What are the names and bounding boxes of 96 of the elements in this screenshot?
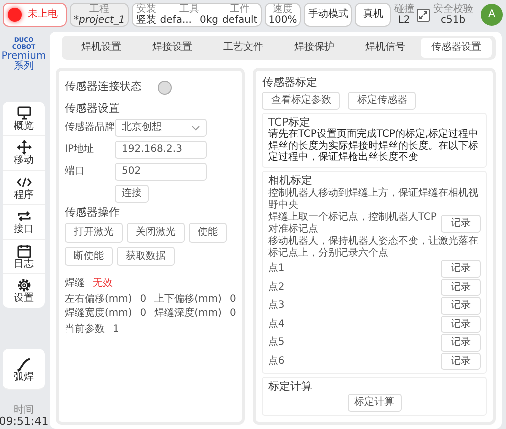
move-instructions: 移动机器人，保持机器人姿态不变，让激光落在标记点上，分别记录六个点 — [268, 236, 480, 260]
calibration-button[interactable]: 标定传感器 — [348, 92, 416, 110]
input-field[interactable]: 502 — [115, 163, 207, 182]
reading-value: 0 — [230, 308, 236, 320]
welding-torch-icon — [16, 357, 32, 372]
workpiece-value: default — [222, 14, 258, 26]
mark-instructions: 焊缝上取一个标记点，控制机器人TCP对准标记点 — [268, 212, 437, 236]
mount-value: 竖装 — [136, 14, 156, 26]
operation-button[interactable]: 断使能 — [65, 246, 113, 266]
connect-button[interactable]: 连接 — [115, 185, 149, 203]
tab[interactable]: 工艺文件 — [208, 38, 279, 58]
weld-button[interactable]: 弧焊 — [3, 349, 45, 390]
settings-icon — [16, 278, 32, 294]
record-button[interactable]: 记录 — [441, 278, 481, 296]
parameter-label: 当前参数 — [65, 324, 105, 336]
tcp-instructions: 请先在TCP设置页面完成TCP的标定,标定过程中焊丝的长度为实际焊接时焊丝的长度。在以下标定过程中，保证焊枪出丝长度不变 — [268, 129, 480, 164]
section-title: 传感器设置 — [65, 102, 121, 116]
nav-item[interactable]: 移动 — [3, 136, 45, 171]
card-title: TCP标定 — [268, 116, 312, 129]
workpiece-label: 工件 — [230, 4, 250, 14]
tab[interactable]: 焊机信号 — [350, 38, 421, 58]
reading-label: 焊缝宽度(mm) — [65, 308, 132, 320]
parameter-value: 1 — [113, 324, 120, 336]
collision-value: L2 — [398, 14, 410, 26]
expand-icon — [417, 8, 430, 22]
tool-settings-panel[interactable]: 安装 竖装 工具 defa... 0kg 工件 default — [132, 3, 262, 27]
point-label: 点3 — [268, 300, 285, 312]
tab[interactable]: 焊接设置 — [137, 38, 208, 58]
reading-label: 上下偏移(mm) — [154, 294, 222, 306]
speed-control[interactable]: 速度 100% — [264, 3, 302, 27]
record-button[interactable]: 记录 — [441, 297, 481, 315]
time-label: 时间 — [13, 406, 35, 416]
power-button[interactable]: 未上电 — [3, 3, 67, 27]
nav-item[interactable]: 接口 — [3, 205, 45, 240]
series-label: Premium 系列 — [2, 52, 46, 72]
chevron-down-icon — [192, 126, 200, 131]
point-label: 点4 — [268, 318, 285, 330]
project-selector[interactable]: 工程 *project_1 — [70, 3, 130, 27]
machine-button[interactable]: 真机 — [355, 3, 392, 27]
record-button[interactable]: 记录 — [441, 260, 481, 278]
collision-label: 碰撞 — [394, 4, 414, 14]
tool-value: defa... — [160, 14, 192, 26]
nav-item[interactable]: 概览 — [3, 102, 45, 136]
move-icon — [16, 140, 32, 156]
operation-button[interactable]: 使能 — [189, 223, 227, 243]
seam-label: 焊缝 — [65, 278, 85, 290]
safety-value: c51b — [440, 14, 466, 26]
point-label: 点1 — [268, 263, 285, 275]
section-title: 传感器标定 — [262, 76, 318, 90]
point-label: 点6 — [268, 356, 285, 368]
nav-item[interactable]: 程序 — [3, 170, 45, 206]
mount-label: 安装 — [136, 4, 156, 14]
operation-button[interactable]: 关闭激光 — [127, 223, 185, 243]
seam-status: 无效 — [93, 278, 113, 290]
brand-dropdown[interactable]: 北京创想 — [115, 119, 207, 138]
tab[interactable]: 传感器设置 — [421, 38, 492, 58]
speed-control-label: 速度 — [272, 4, 294, 14]
safety-label: 安全校验 — [433, 4, 474, 14]
point-label: 点2 — [268, 282, 285, 294]
monitor-icon — [16, 106, 32, 121]
reading-value: 0 — [230, 294, 236, 306]
reading-label: 焊缝深度(mm) — [154, 308, 222, 320]
field-label: IP地址 — [65, 144, 95, 156]
speed-control-value: 100% — [268, 14, 298, 26]
tool-label: 工具 — [179, 4, 200, 14]
reading-value: 0 — [140, 308, 147, 320]
connection-status-label: 传感器连接状态 — [65, 81, 142, 94]
nav-item[interactable]: 设置 — [3, 274, 45, 308]
operation-button[interactable]: 获取数据 — [117, 246, 175, 266]
calibration-button[interactable]: 查看标定参数 — [262, 92, 340, 110]
mode-button[interactable]: 手动模式 — [304, 3, 352, 27]
tab[interactable]: 焊接保护 — [279, 38, 350, 58]
section-title: 传感器操作 — [65, 206, 121, 220]
card-title: 标定计算 — [268, 381, 314, 394]
project-selector-label: 工程 — [88, 4, 111, 14]
field-label: 传感器品牌 — [65, 122, 115, 134]
calendar-icon — [16, 244, 32, 259]
compute-button[interactable]: 标定计算 — [348, 394, 402, 412]
input-field[interactable]: 192.168.2.3 — [115, 141, 207, 160]
reading-value: 0 — [140, 294, 147, 306]
reading-label: 左右偏移(mm) — [65, 294, 132, 306]
tool-load: 0kg — [200, 14, 218, 26]
tab[interactable]: 焊机设置 — [66, 38, 137, 58]
nav-item[interactable]: 日志 — [3, 240, 45, 274]
repeat-icon — [16, 209, 32, 224]
camera-instructions: 控制机器人移动到焊缝上方，保证焊缝在相机视野中央 — [268, 188, 480, 212]
card-title: 相机标定 — [268, 174, 314, 188]
point-label: 点5 — [268, 337, 285, 349]
project-selector-value: *project_1 — [74, 14, 126, 26]
clock-time: 09:51:41 — [0, 416, 49, 429]
record-button[interactable]: 记录 — [441, 215, 481, 233]
record-button[interactable]: 记录 — [441, 334, 481, 352]
field-label: 端口 — [65, 166, 86, 178]
record-button[interactable]: 记录 — [441, 352, 481, 370]
operation-button[interactable]: 打开激光 — [65, 223, 123, 243]
record-button[interactable]: 记录 — [441, 316, 481, 334]
